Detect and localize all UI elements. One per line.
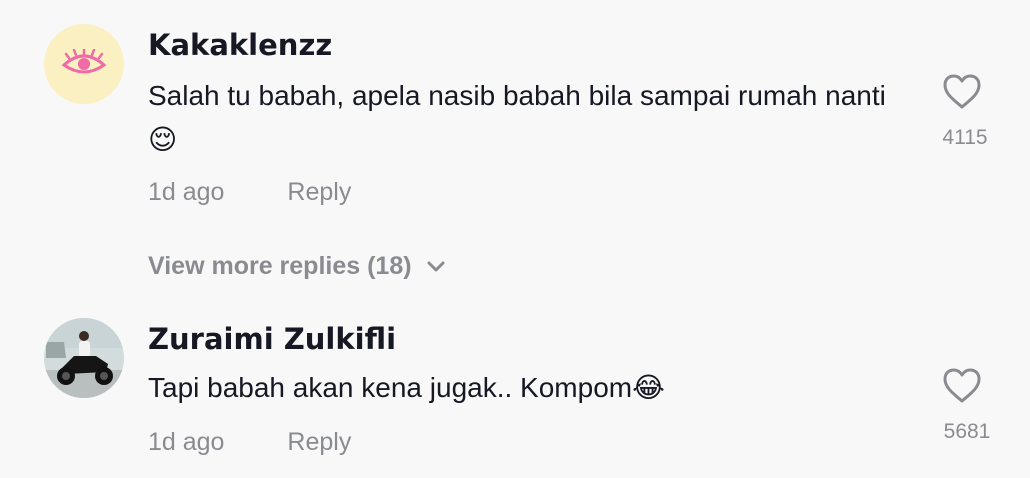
chevron-down-icon — [427, 261, 445, 271]
eye-icon — [61, 49, 107, 74]
heart-icon — [943, 368, 981, 403]
like-button[interactable] — [940, 364, 984, 408]
comment-username[interactable]: Zuraimi Zulkifli — [148, 322, 396, 356]
like-button[interactable] — [940, 70, 984, 114]
avatar[interactable] — [44, 24, 124, 104]
motorcycle-rider-photo — [44, 318, 124, 398]
comment-text: Salah tu babah, apela nasib babah bila s… — [148, 80, 886, 155]
comment-item: Zuraimi Zulkifli Tapi babah akan kena ju… — [0, 300, 1030, 478]
reply-button[interactable]: Reply — [287, 428, 351, 456]
like-count: 5681 — [943, 420, 991, 443]
comment-meta: 1d ago Reply — [148, 178, 351, 207]
comment-username[interactable]: Kakaklenzz — [148, 28, 332, 62]
reply-button[interactable]: Reply — [287, 178, 351, 206]
heart-icon — [943, 74, 981, 109]
comment-item: Kakaklenzz Salah tu babah, apela nasib b… — [0, 0, 1030, 240]
avatar[interactable] — [44, 318, 124, 398]
comment-text: Tapi babah akan kena jugak.. Kompom😂 — [148, 372, 665, 403]
like-count: 4115 — [942, 126, 988, 149]
comment-meta: 1d ago Reply — [148, 428, 351, 457]
view-more-replies-button[interactable]: View more replies (18) — [148, 252, 446, 281]
comment-timestamp: 1d ago — [148, 178, 225, 206]
comment-timestamp: 1d ago — [148, 428, 225, 456]
view-more-replies-label: View more replies (18) — [148, 252, 412, 280]
